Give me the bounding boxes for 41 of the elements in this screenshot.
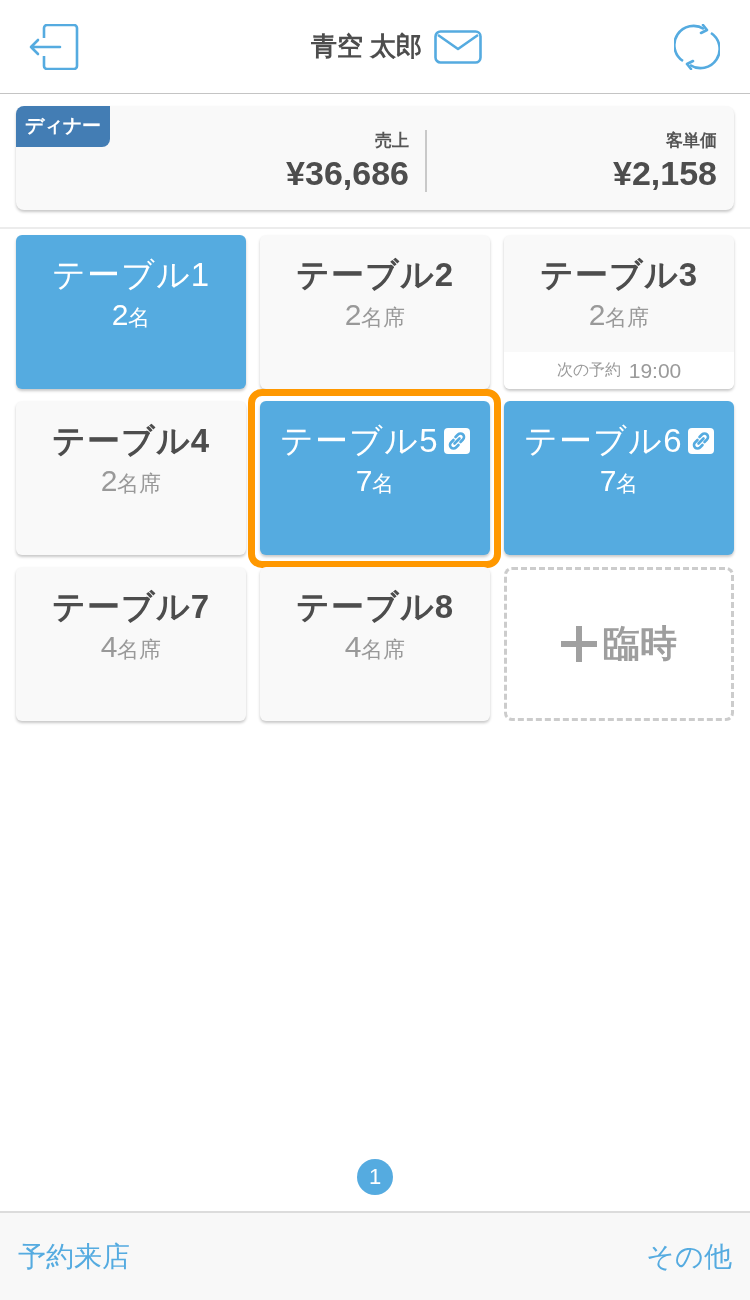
seat-count: 2名席 [100,463,162,499]
metric-label: 客単価 [666,130,717,152]
logout-icon[interactable] [29,23,79,70]
next-reservation-label: 次の予約 [556,360,621,380]
footer-link[interactable]: 予約来店 [18,1237,130,1276]
table-card[interactable]: テーブル2 2名席 [260,235,490,389]
table-card[interactable]: テーブル3 2名席 次の予約 19:00 [504,235,734,389]
table-name: テーブル3 [539,255,699,295]
seat-count: 7名 [599,463,639,499]
table-card[interactable]: テーブル6 7名 [504,401,734,555]
seat-count: 2名 [111,297,151,333]
table-card[interactable]: テーブル1 2名 [16,235,246,389]
plus-icon [561,626,597,662]
metric-value: ¥2,158 [613,153,717,193]
mail-icon[interactable] [434,29,483,64]
table-name: テーブル7 [51,587,211,627]
seat-count: 4名席 [344,629,406,665]
table-card[interactable]: テーブル4 2名席 [16,401,246,555]
seat-count: 7名 [355,463,395,499]
table-card[interactable]: テーブル5 7名 [260,401,490,555]
staff-name: 青空 太郎 [310,30,423,63]
seat-count: 2名席 [344,297,406,333]
seat-count: 4名席 [100,629,162,665]
table-name: テーブル5 [280,421,439,461]
refresh-icon[interactable] [674,23,720,70]
metric-value: ¥36,686 [286,153,409,193]
table-card[interactable]: テーブル7 4名席 [16,567,246,721]
table-name: テーブル4 [51,421,211,461]
page-indicator[interactable]: 1 [357,1159,393,1195]
meal-period-badge: ディナー [16,106,110,147]
add-table-label: 臨時 [603,622,677,666]
add-temporary-table-button[interactable]: 臨時 [504,567,734,721]
table-name: テーブル1 [51,255,211,295]
next-reservation-time: 19:00 [628,358,682,383]
seat-count: 2名席 [588,297,650,333]
table-name: テーブル6 [524,421,683,461]
footer-link[interactable]: その他 [646,1237,732,1276]
table-card[interactable]: テーブル8 4名席 [260,567,490,721]
metric-label: 売上 [375,130,409,152]
table-name: テーブル8 [295,587,455,627]
table-name: テーブル2 [295,255,455,295]
